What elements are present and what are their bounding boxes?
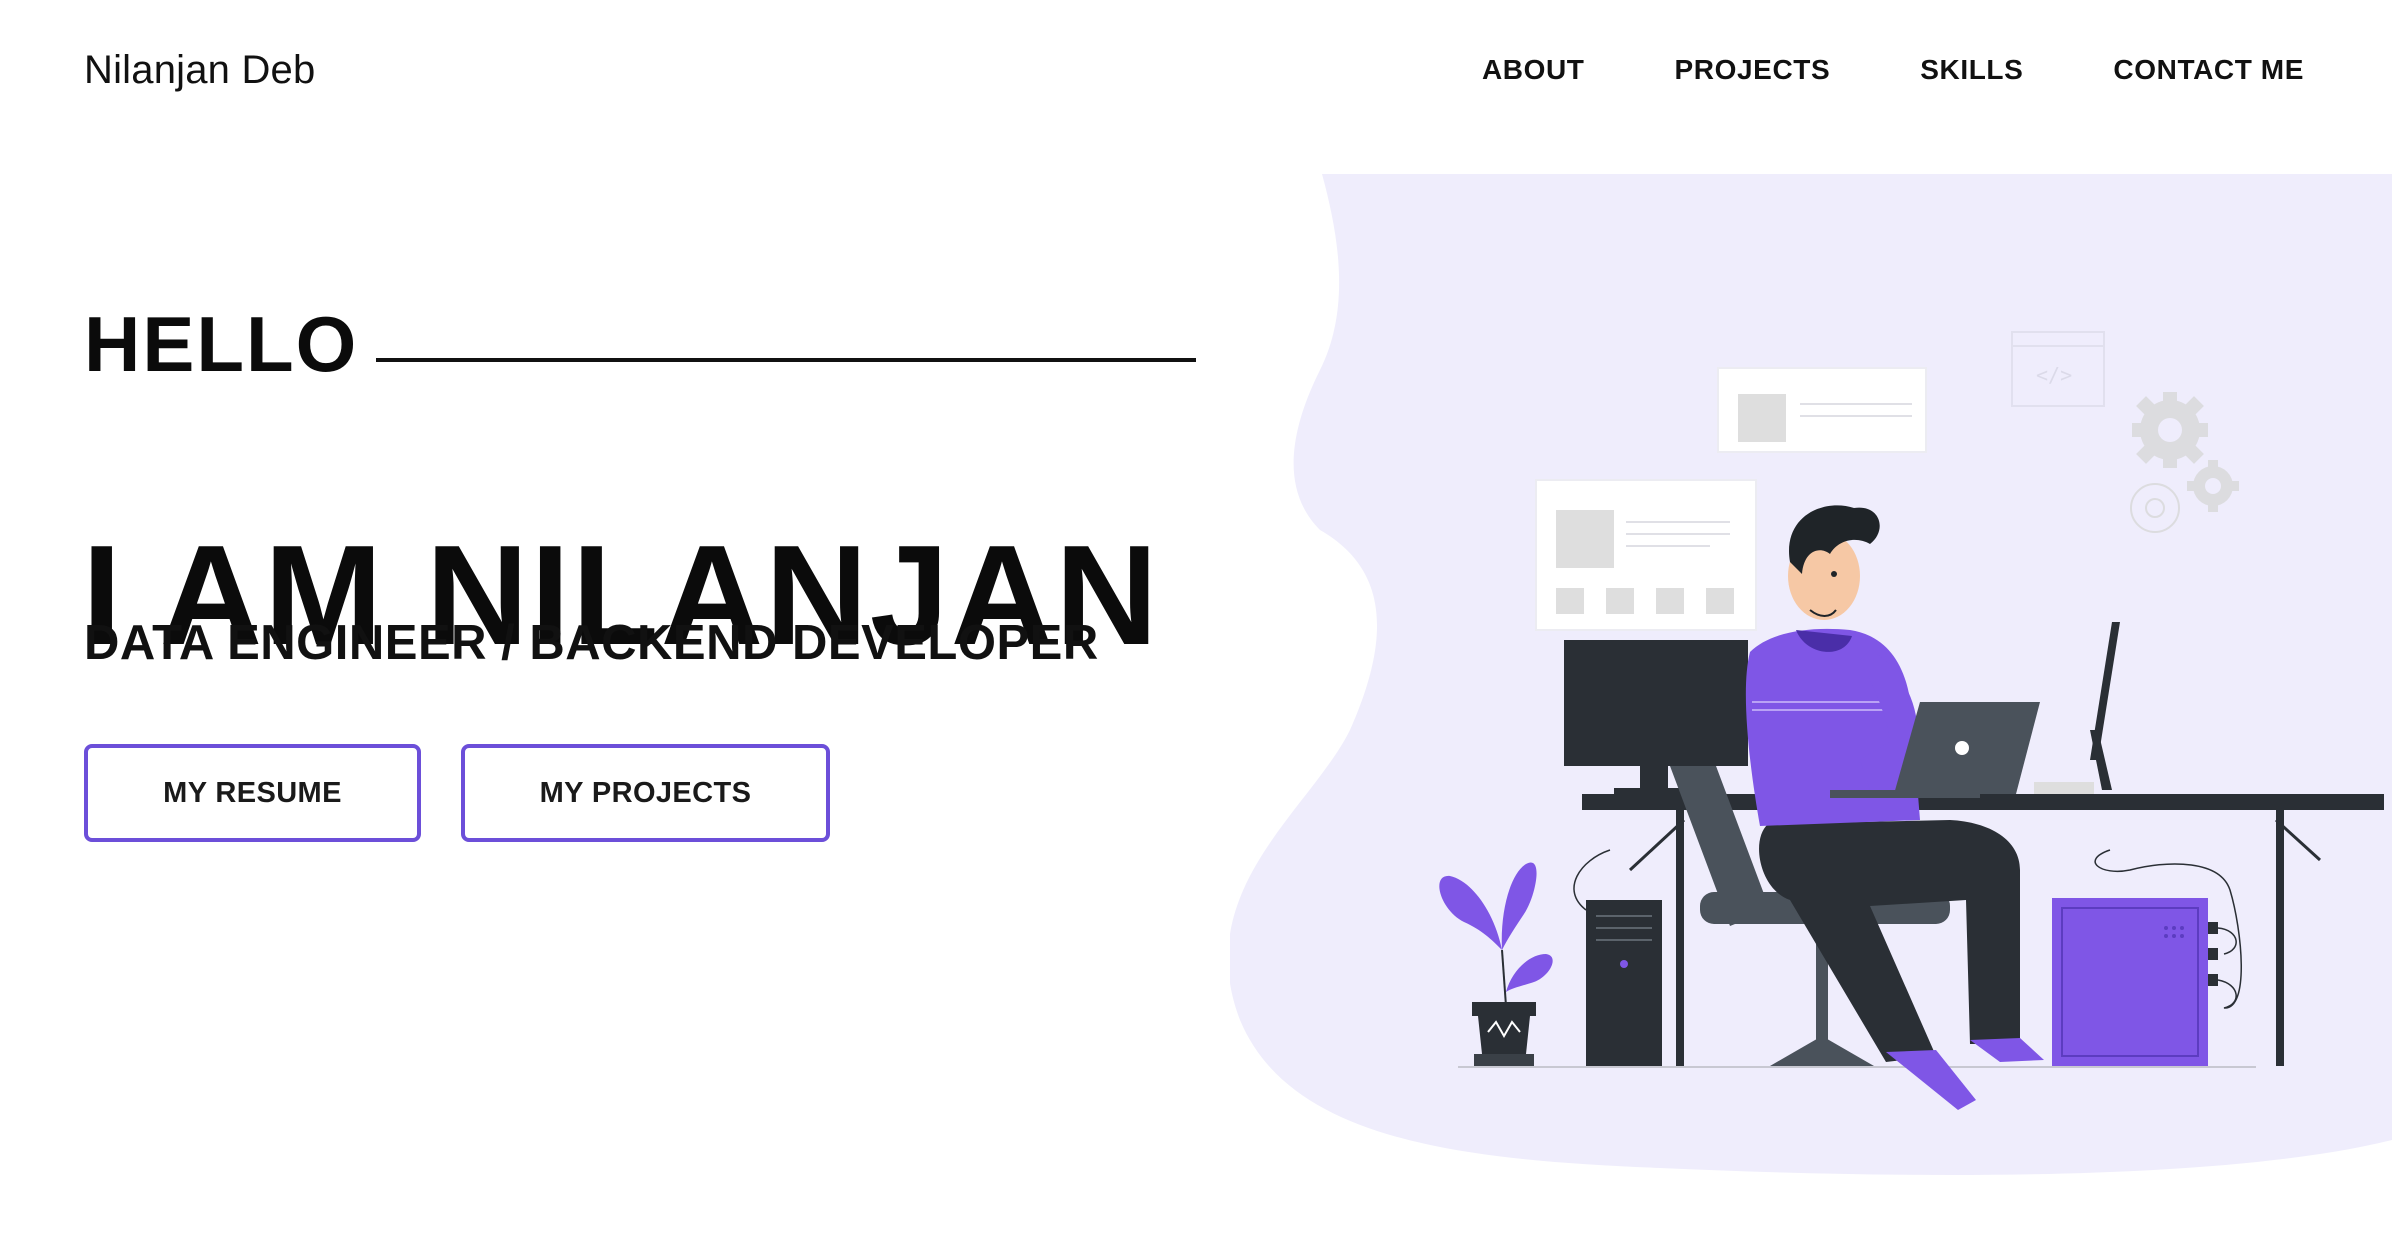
nav-skills[interactable]: SKILLS	[1920, 54, 2023, 86]
main-nav: ABOUT PROJECTS SKILLS CONTACT ME	[1482, 54, 2304, 86]
my-resume-button[interactable]: MY RESUME	[84, 744, 421, 842]
brand-name[interactable]: Nilanjan Deb	[84, 48, 315, 93]
greeting-text: HELLO	[84, 300, 359, 388]
nav-projects[interactable]: PROJECTS	[1675, 54, 1831, 86]
top-navbar: Nilanjan Deb ABOUT PROJECTS SKILLS CONTA…	[0, 0, 2392, 150]
greeting-divider	[376, 358, 1196, 362]
nav-about[interactable]: ABOUT	[1482, 54, 1585, 86]
hero-subtitle: DATA ENGINEER / BACKEND DEVELOPER	[84, 616, 1099, 670]
floating-window-top	[1717, 367, 1927, 453]
my-projects-button[interactable]: MY PROJECTS	[461, 744, 830, 842]
developer-illustration: </>	[1230, 174, 2392, 1175]
hero-illustration: </>	[1230, 170, 2392, 1190]
svg-text:</>: </>	[2036, 363, 2072, 387]
floating-window-left	[1535, 479, 1757, 631]
greeting-row: HELLO	[84, 305, 358, 383]
nav-contact-me[interactable]: CONTACT ME	[2113, 54, 2304, 86]
